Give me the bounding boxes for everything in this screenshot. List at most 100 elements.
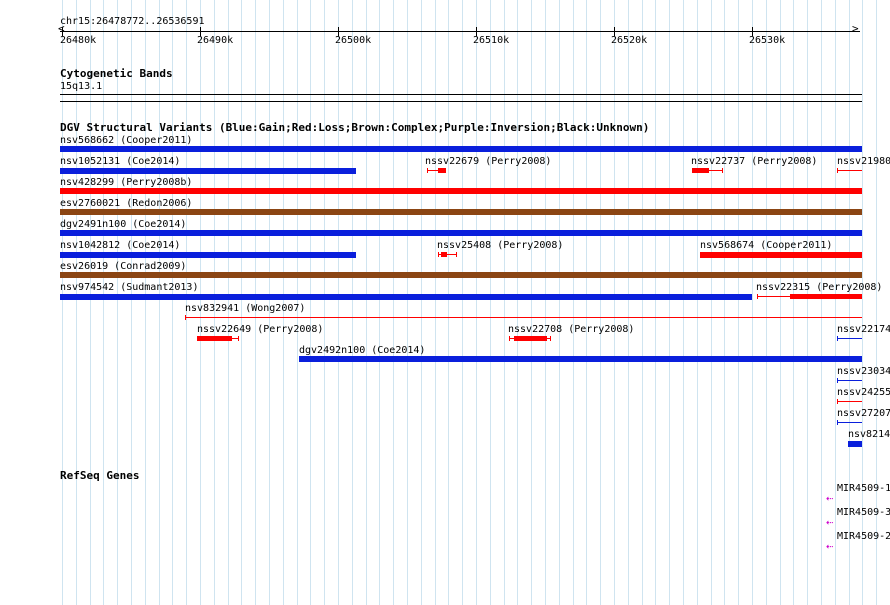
variant-label[interactable]: nssv22649 (Perry2008): [197, 324, 323, 335]
variant-label[interactable]: nssv25408 (Perry2008): [437, 240, 563, 251]
grid-line: [421, 0, 422, 605]
gene-label[interactable]: MIR4509-3: [837, 507, 890, 518]
grid-line: [724, 0, 725, 605]
grid-line: [448, 0, 449, 605]
grid-line: [490, 0, 491, 605]
gene-strand-arrow-icon[interactable]: ⇠: [826, 540, 833, 552]
grid-line: [531, 0, 532, 605]
variant-label[interactable]: nsv428299 (Perry2008b): [60, 177, 192, 188]
variant-loss-feature[interactable]: [427, 168, 446, 173]
variant-complex-bar[interactable]: [60, 272, 862, 278]
variant-gain-bar[interactable]: [299, 356, 862, 362]
variant-label[interactable]: dgv2492n100 (Coe2014): [299, 345, 425, 356]
variant-label[interactable]: nssv27207: [837, 408, 890, 419]
grid-line: [586, 0, 587, 605]
grid-line: [407, 0, 408, 605]
ruler-tick-label: 26530k: [749, 35, 786, 46]
variant-loss-feature[interactable]: [197, 336, 239, 341]
variant-loss-feature[interactable]: [438, 252, 457, 257]
grid-line: [793, 0, 794, 605]
grid-line: [766, 0, 767, 605]
grid-line: [366, 0, 367, 605]
variant-loss-feature[interactable]: [837, 399, 862, 404]
grid-line: [780, 0, 781, 605]
gene-label[interactable]: MIR4509-1: [837, 483, 890, 494]
grid-line: [352, 0, 353, 605]
dgv-track-title: DGV Structural Variants (Blue:Gain;Red:L…: [60, 121, 650, 134]
variant-label[interactable]: nsv832941 (Wong2007): [185, 303, 305, 314]
variant-loss-feature[interactable]: [509, 336, 551, 341]
grid-line: [711, 0, 712, 605]
grid-line: [379, 0, 380, 605]
cytoband-label[interactable]: 15q13.1: [60, 81, 102, 92]
variant-loss-feature[interactable]: [692, 168, 723, 173]
variant-gain-feature[interactable]: [837, 378, 862, 383]
variant-gain-bar[interactable]: [848, 441, 862, 447]
variant-label[interactable]: nsv1052131 (Coe2014): [60, 156, 180, 167]
grid-line: [573, 0, 574, 605]
variant-label[interactable]: esv2760021 (Redon2006): [60, 198, 192, 209]
grid-line: [655, 0, 656, 605]
variant-label[interactable]: nsv568662 (Cooper2011): [60, 135, 192, 146]
grid-line: [435, 0, 436, 605]
variant-label[interactable]: nssv22679 (Perry2008): [425, 156, 551, 167]
gene-label[interactable]: MIR4509-2: [837, 531, 890, 542]
variant-gain-bar[interactable]: [60, 146, 862, 152]
ruler-tick-label: 26510k: [473, 35, 510, 46]
ruler-tick-label: 26490k: [197, 35, 234, 46]
variant-loss-feature[interactable]: [837, 168, 862, 173]
variant-gain-feature[interactable]: [837, 420, 862, 425]
grid-line: [159, 0, 160, 605]
variant-label[interactable]: nssv22737 (Perry2008): [691, 156, 817, 167]
grid-line: [614, 0, 615, 605]
variant-label[interactable]: nsv974542 (Sudmant2013): [60, 282, 198, 293]
variant-loss-bar[interactable]: [700, 252, 862, 258]
variant-label[interactable]: nssv22174: [837, 324, 890, 335]
variant-label[interactable]: nsv568674 (Cooper2011): [700, 240, 832, 251]
gene-strand-arrow-icon[interactable]: ⇠: [826, 492, 833, 504]
grid-line: [642, 0, 643, 605]
variant-gain-feature[interactable]: [837, 336, 862, 341]
grid-line: [559, 0, 560, 605]
grid-line: [131, 0, 132, 605]
variant-gain-bar[interactable]: [60, 230, 862, 236]
ruler-tick-label: 26500k: [335, 35, 372, 46]
variant-label[interactable]: nsv1042812 (Coe2014): [60, 240, 180, 251]
variant-label[interactable]: nssv22708 (Perry2008): [508, 324, 634, 335]
variant-label[interactable]: dgv2491n100 (Coe2014): [60, 219, 186, 230]
variant-label[interactable]: nssv22315 (Perry2008): [756, 282, 882, 293]
grid-line: [462, 0, 463, 605]
variant-label[interactable]: nssv21980: [837, 156, 890, 167]
variant-loss-feature[interactable]: [185, 315, 862, 320]
grid-line: [324, 0, 325, 605]
variant-label[interactable]: nssv23034: [837, 366, 890, 377]
grid-line: [310, 0, 311, 605]
variant-gain-bar[interactable]: [60, 294, 752, 300]
variant-label[interactable]: nssv24255: [837, 387, 890, 398]
grid-line: [117, 0, 118, 605]
grid-line: [145, 0, 146, 605]
gene-strand-arrow-icon[interactable]: ⇠: [826, 516, 833, 528]
variant-label[interactable]: esv26019 (Conrad2009): [60, 261, 186, 272]
variant-loss-feature[interactable]: [757, 294, 862, 299]
grid-line: [738, 0, 739, 605]
genome-browser-view: chr15:26478772..26536591 < > 26480k 2649…: [0, 0, 890, 605]
ruler-tick-label: 26480k: [60, 35, 97, 46]
variant-complex-bar[interactable]: [60, 209, 862, 215]
grid-line: [835, 0, 836, 605]
grid-line: [545, 0, 546, 605]
variant-label[interactable]: nsv8214: [848, 429, 890, 440]
variant-gain-bar[interactable]: [60, 168, 356, 174]
variant-gain-bar[interactable]: [60, 252, 356, 258]
grid-line: [683, 0, 684, 605]
grid-line: [807, 0, 808, 605]
grid-line: [697, 0, 698, 605]
cytoband-track-title: Cytogenetic Bands: [60, 67, 173, 80]
grid-line: [172, 0, 173, 605]
refseq-track-title: RefSeq Genes: [60, 469, 140, 482]
grid-line: [103, 0, 104, 605]
grid-line: [628, 0, 629, 605]
cytoband-top-line: [60, 94, 862, 95]
variant-loss-bar[interactable]: [60, 188, 862, 194]
grid-line: [393, 0, 394, 605]
